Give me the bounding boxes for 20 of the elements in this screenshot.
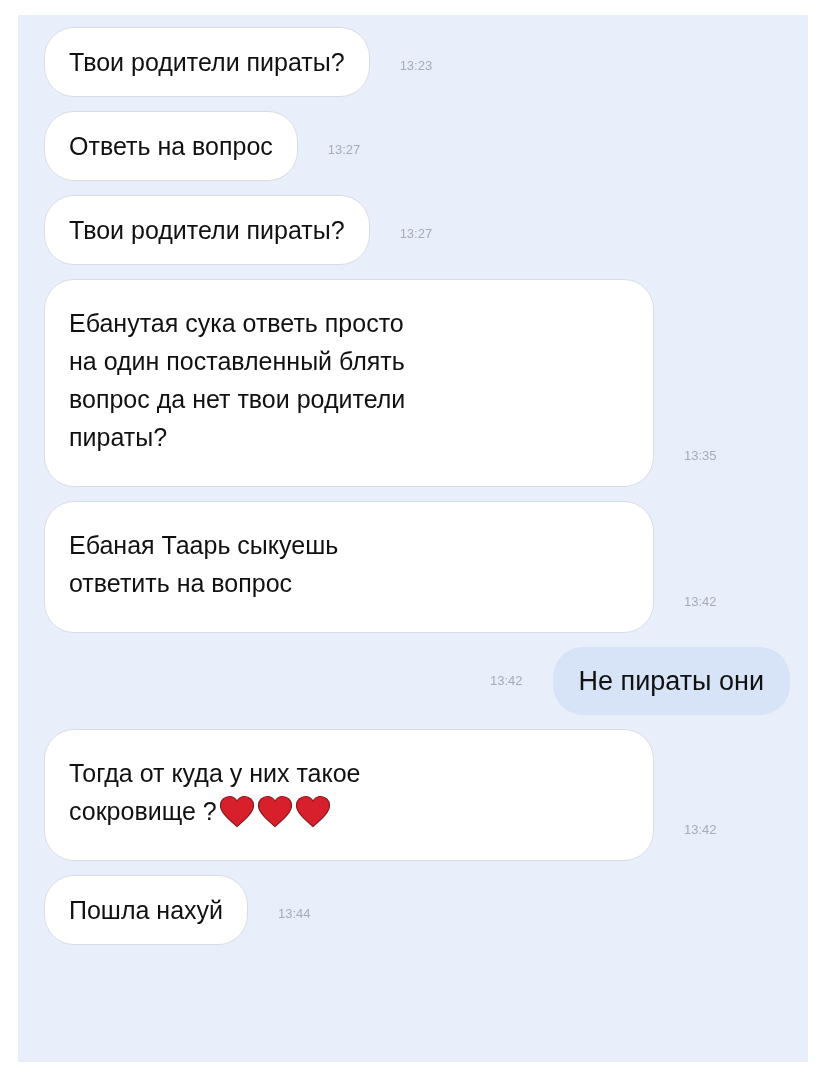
message-text: Ответь на вопрос bbox=[69, 132, 273, 160]
heart-icon bbox=[256, 794, 293, 828]
message-text: Тогда от куда у них такое bbox=[69, 758, 361, 789]
message-text: сокровище ? bbox=[69, 796, 217, 827]
message-time: 13:35 bbox=[684, 446, 717, 465]
message-time: 13:42 bbox=[490, 672, 523, 691]
message-time: 13:27 bbox=[399, 224, 433, 243]
message-text: Пошла нахуй bbox=[69, 896, 224, 924]
message-time: 13:27 bbox=[327, 140, 361, 159]
heart-icon bbox=[294, 794, 331, 828]
message-text: Ебанутая сука ответь просто на один поставленный блять вопрос да нет твои родители пираты? bbox=[69, 309, 406, 451]
message-time: 13:23 bbox=[399, 56, 433, 75]
message-time: 13:42 bbox=[684, 592, 717, 611]
message-time: 13:44 bbox=[278, 904, 311, 923]
message-text: Ебаная Таарь сыкуешь ответить на вопрос bbox=[69, 531, 339, 597]
heart-icon bbox=[218, 794, 255, 828]
message-time: 13:42 bbox=[684, 820, 717, 839]
message-text: Твои родители пираты? bbox=[69, 216, 345, 244]
message-text: Не пираты они bbox=[578, 666, 764, 696]
message-text: Твои родители пираты? bbox=[69, 48, 345, 76]
